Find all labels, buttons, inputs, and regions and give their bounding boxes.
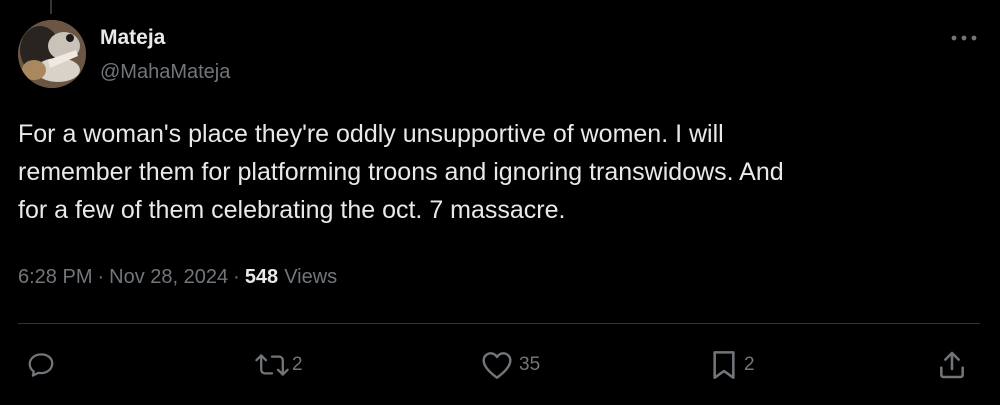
views-count: 548	[244, 266, 279, 288]
avatar[interactable]	[18, 20, 86, 88]
tweet-meta: 6:28 PM · Nov 28, 2024 · 548 Views	[18, 266, 337, 289]
like-button[interactable]: 35	[481, 348, 540, 382]
divider	[18, 323, 980, 324]
bookmark-count: 2	[744, 354, 755, 375]
meta-separator: ·	[97, 266, 105, 288]
more-icon	[951, 35, 977, 41]
avatar-image	[18, 20, 86, 88]
author-name[interactable]: Mateja	[100, 26, 165, 50]
retweet-icon	[255, 354, 289, 376]
like-count: 35	[519, 354, 541, 375]
meta-separator: ·	[233, 266, 240, 288]
reply-icon	[28, 353, 54, 377]
thread-connector-line	[50, 0, 52, 14]
tweet-time[interactable]: 6:28 PM	[18, 266, 92, 288]
heart-icon	[482, 352, 512, 379]
views-label: Views	[284, 266, 338, 288]
reply-button[interactable]	[26, 348, 62, 382]
tweet-date[interactable]: Nov 28, 2024	[109, 266, 228, 288]
retweet-button[interactable]: 2	[254, 348, 303, 382]
tweet-text: For a woman's place they're oddly unsupp…	[18, 120, 784, 224]
share-button[interactable]	[936, 348, 968, 382]
bookmark-icon	[713, 351, 735, 379]
more-options-button[interactable]	[946, 26, 982, 50]
retweet-count: 2	[292, 354, 303, 375]
bookmark-button[interactable]: 2	[710, 348, 755, 382]
author-handle[interactable]: @MahaMateja	[100, 61, 230, 84]
share-icon	[940, 351, 964, 379]
